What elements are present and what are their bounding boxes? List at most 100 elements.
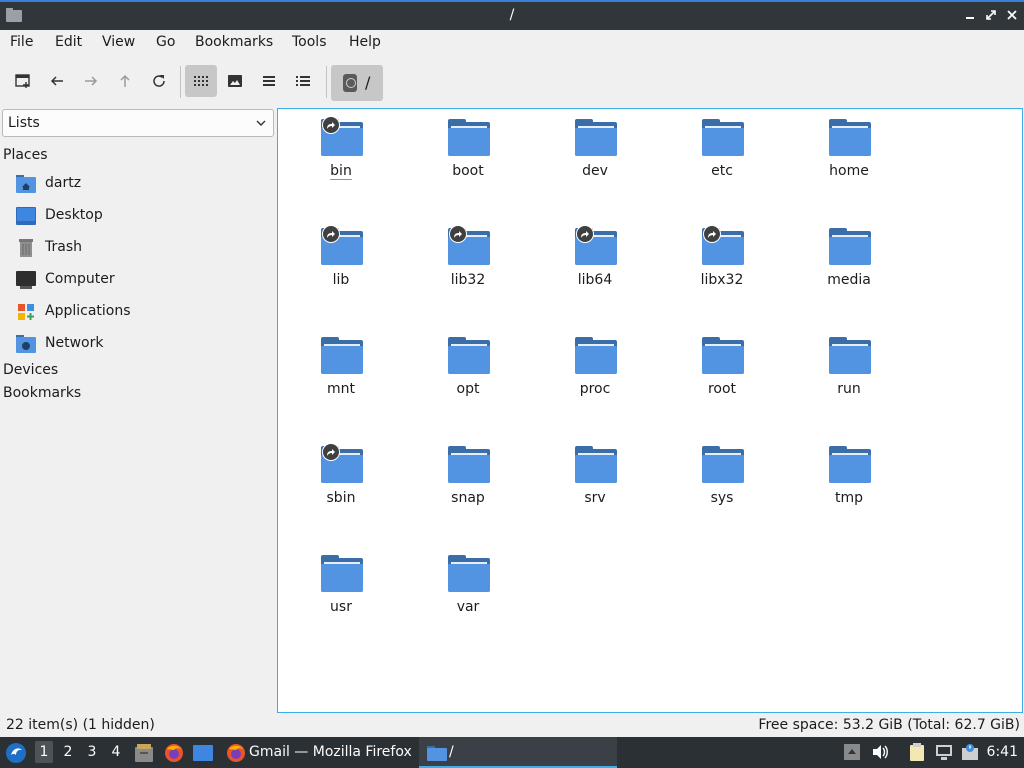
place-item-computer[interactable]: Computer: [0, 265, 274, 295]
menu-tools[interactable]: Tools: [292, 34, 327, 50]
bookmarks-header[interactable]: Bookmarks: [3, 385, 81, 401]
folder-item[interactable]: snap: [418, 438, 518, 518]
thumbnail-view-button[interactable]: [219, 65, 251, 97]
folder-name: mnt: [327, 381, 355, 397]
task-firefox[interactable]: Gmail — Mozilla Firefox: [221, 737, 417, 768]
folder-item[interactable]: sbin: [291, 438, 391, 518]
side-pane-mode-select[interactable]: Lists: [2, 109, 274, 137]
folder-item[interactable]: lib32: [418, 220, 518, 300]
place-item-trash[interactable]: Trash: [0, 233, 274, 263]
clipboard-icon[interactable]: [908, 743, 926, 761]
start-menu-icon[interactable]: [5, 742, 27, 764]
workspace-1[interactable]: 1: [35, 741, 53, 763]
back-button[interactable]: [41, 65, 73, 97]
firefox-launcher-icon[interactable]: [164, 743, 184, 763]
compact-list-icon: [263, 76, 275, 86]
forward-button[interactable]: [75, 65, 107, 97]
folder-item[interactable]: bin: [291, 111, 391, 191]
detailed-list-view-button[interactable]: [287, 65, 319, 97]
network-icon: [16, 335, 36, 353]
folder-name: media: [827, 272, 871, 288]
folder-item[interactable]: mnt: [291, 329, 391, 409]
menu-edit[interactable]: Edit: [55, 34, 82, 50]
arrow-up-icon: [120, 74, 130, 87]
workspace-2[interactable]: 2: [59, 744, 77, 760]
folder-icon: [448, 446, 490, 486]
folder-icon: [829, 119, 871, 159]
folder-name: home: [829, 163, 869, 179]
symlink-arrow-icon: [703, 225, 721, 243]
folder-name: sys: [710, 490, 734, 506]
folder-item[interactable]: boot: [418, 111, 518, 191]
task-file-manager[interactable]: /: [419, 737, 617, 768]
desktop-icon: [16, 207, 36, 225]
folder-icon: [321, 555, 363, 595]
folder-item[interactable]: tmp: [799, 438, 899, 518]
folder-name: libx32: [700, 272, 744, 288]
folder-name: bin: [330, 163, 352, 179]
folder-icon: [702, 119, 744, 159]
devices-header[interactable]: Devices: [3, 362, 58, 378]
folder-name: lib: [332, 272, 350, 288]
folder-item[interactable]: media: [799, 220, 899, 300]
task-label: Gmail — Mozilla Firefox: [249, 744, 412, 760]
menu-bookmarks[interactable]: Bookmarks: [195, 34, 273, 50]
place-item-applications[interactable]: Applications: [0, 297, 274, 327]
restore-icon: [986, 10, 996, 20]
status-free-space: Free space: 53.2 GiB (Total: 62.7 GiB): [758, 717, 1020, 733]
new-window-button[interactable]: [7, 65, 39, 97]
place-label: Applications: [45, 303, 131, 319]
folder-item[interactable]: sys: [672, 438, 772, 518]
reload-button[interactable]: [143, 65, 175, 97]
network-status-icon[interactable]: [935, 743, 953, 761]
menu-help[interactable]: Help: [349, 34, 381, 50]
file-manager-launcher-icon[interactable]: [134, 743, 154, 763]
icon-view-button[interactable]: [185, 65, 217, 97]
places-header[interactable]: Places: [3, 147, 48, 163]
clock[interactable]: 6:41: [987, 744, 1018, 760]
folder-item[interactable]: libx32: [672, 220, 772, 300]
maximize-button[interactable]: [983, 7, 999, 23]
menu-file[interactable]: File: [10, 34, 33, 50]
folder-name: srv: [584, 490, 606, 506]
notification-icon[interactable]: [961, 743, 979, 761]
up-button[interactable]: [109, 65, 141, 97]
place-item-network[interactable]: Network: [0, 329, 274, 359]
arrow-left-icon: [50, 76, 63, 86]
path-bar-root-button[interactable]: /: [331, 65, 383, 101]
applications-icon: [18, 304, 34, 320]
folder-item[interactable]: var: [418, 547, 518, 627]
folder-item[interactable]: root: [672, 329, 772, 409]
folder-item[interactable]: lib64: [545, 220, 645, 300]
folder-view[interactable]: bin boot dev etc home lib lib32 lib64 libx32 medi…: [277, 108, 1023, 713]
computer-icon: [16, 271, 36, 289]
folder-item[interactable]: proc: [545, 329, 645, 409]
place-item-home[interactable]: dartz: [0, 169, 274, 199]
folder-name: tmp: [834, 490, 863, 506]
compact-view-button[interactable]: [253, 65, 285, 97]
minimize-button[interactable]: [962, 7, 978, 23]
folder-item[interactable]: srv: [545, 438, 645, 518]
menu-bar: File Edit View Go Bookmarks Tools Help: [0, 30, 1024, 56]
folder-item[interactable]: opt: [418, 329, 518, 409]
desktop-launcher-icon[interactable]: [193, 743, 213, 763]
folder-item[interactable]: home: [799, 111, 899, 191]
workspace-4[interactable]: 4: [107, 744, 125, 760]
close-button[interactable]: [1004, 7, 1020, 23]
folder-item[interactable]: dev: [545, 111, 645, 191]
workspace-3[interactable]: 3: [83, 744, 101, 760]
folder-item[interactable]: run: [799, 329, 899, 409]
folder-item[interactable]: usr: [291, 547, 391, 627]
folder-item[interactable]: etc: [672, 111, 772, 191]
title-bar: /: [0, 0, 1024, 30]
image-icon: [228, 75, 242, 87]
menu-go[interactable]: Go: [156, 34, 175, 50]
volume-icon[interactable]: [871, 743, 889, 761]
update-notifier-icon[interactable]: [843, 743, 861, 761]
folder-name: boot: [452, 163, 484, 179]
folder-item[interactable]: lib: [291, 220, 391, 300]
place-item-desktop[interactable]: Desktop: [0, 201, 274, 231]
side-pane-mode-value: Lists: [8, 115, 40, 131]
folder-icon: [829, 337, 871, 377]
menu-view[interactable]: View: [102, 34, 135, 50]
